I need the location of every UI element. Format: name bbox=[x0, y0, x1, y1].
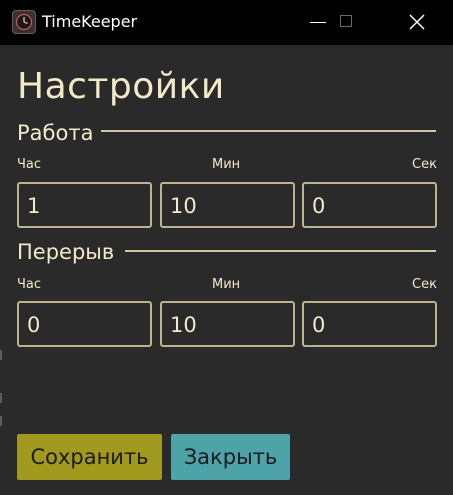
work-seconds-value: 0 bbox=[312, 194, 326, 218]
window-title: TimeKeeper bbox=[42, 12, 138, 31]
edge-mark bbox=[0, 350, 2, 360]
break-hours-input[interactable]: 0 bbox=[17, 301, 152, 347]
break-minutes-value: 10 bbox=[170, 313, 197, 337]
work-hours-input[interactable]: 1 bbox=[17, 182, 152, 228]
close-window-button[interactable] bbox=[394, 0, 440, 45]
close-icon bbox=[409, 14, 425, 30]
work-minutes-label: Мин bbox=[212, 157, 241, 172]
work-hours-value: 1 bbox=[27, 194, 41, 218]
page-title: Настройки bbox=[17, 66, 225, 107]
maximize-button[interactable] bbox=[324, 0, 370, 45]
work-minutes-value: 10 bbox=[170, 194, 197, 218]
save-button[interactable]: Сохранить bbox=[17, 434, 162, 480]
work-seconds-input[interactable]: 0 bbox=[302, 182, 437, 228]
break-seconds-label: Сек bbox=[412, 277, 437, 292]
break-section-label: Перерыв bbox=[17, 240, 115, 264]
title-bar[interactable]: TimeKeeper bbox=[0, 0, 453, 45]
work-minutes-input[interactable]: 10 bbox=[160, 182, 295, 228]
break-seconds-value: 0 bbox=[312, 313, 326, 337]
work-section-divider bbox=[101, 130, 436, 132]
edge-mark bbox=[0, 393, 2, 403]
break-seconds-input[interactable]: 0 bbox=[302, 301, 437, 347]
edge-mark bbox=[0, 416, 2, 426]
close-button[interactable]: Закрыть bbox=[171, 434, 290, 480]
break-minutes-label: Мин bbox=[212, 277, 241, 292]
work-section-label: Работа bbox=[17, 121, 94, 145]
break-hours-label: Час bbox=[17, 277, 42, 292]
break-minutes-input[interactable]: 10 bbox=[160, 301, 295, 347]
work-seconds-label: Сек bbox=[412, 157, 437, 172]
work-hours-label: Час bbox=[17, 157, 42, 172]
break-hours-value: 0 bbox=[27, 313, 41, 337]
break-section-divider bbox=[125, 250, 436, 252]
clock-icon bbox=[12, 10, 36, 34]
